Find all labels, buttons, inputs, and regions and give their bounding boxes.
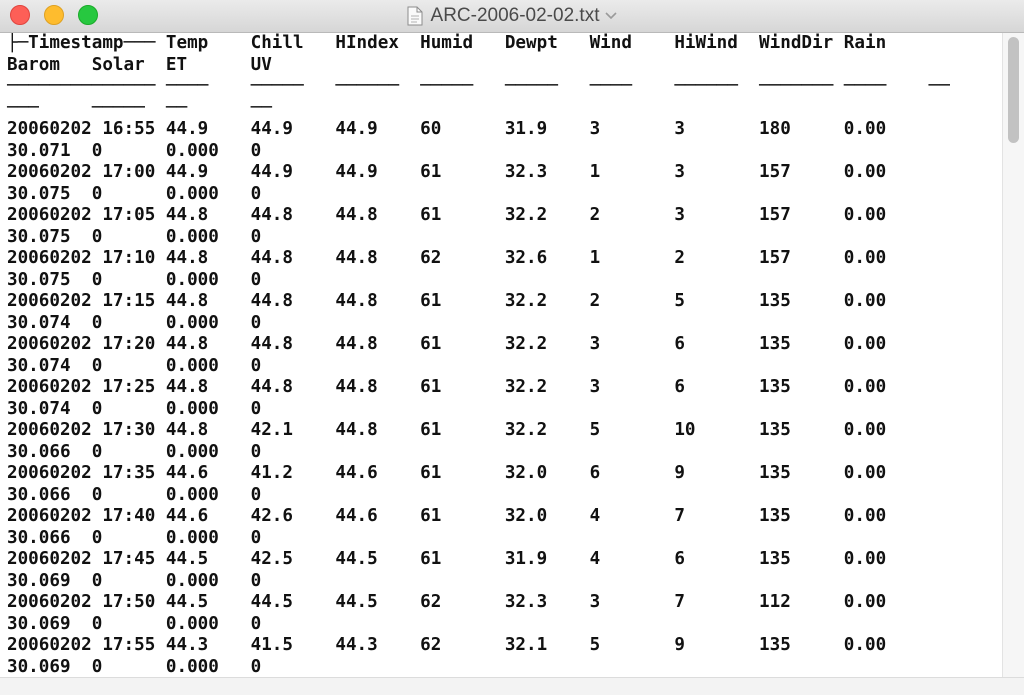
text-line: 20060202 17:30 44.8 42.1 44.8 61 32.2 5 … [7, 420, 887, 440]
chevron-down-icon[interactable] [605, 12, 618, 20]
text-line: ────────────── ──── ───── ────── ───── ─… [7, 76, 950, 96]
window-title-group[interactable]: ARC-2006-02-02.txt [0, 0, 1024, 32]
text-line: 20060202 17:40 44.6 42.6 44.6 61 32.0 4 … [7, 506, 887, 526]
text-line: 30.074 0 0.000 0 [7, 312, 262, 333]
text-line: 20060202 17:20 44.8 44.8 44.8 61 32.2 3 … [7, 334, 887, 354]
text-line: 30.075 0 0.000 0 [7, 183, 262, 204]
text-line: 20060202 17:10 44.8 44.8 44.8 62 32.6 1 … [7, 248, 887, 268]
text-line: ├─Timestamp─── Temp Chill HIndex Humid D… [7, 33, 887, 53]
text-line: 30.066 0 0.000 0 [7, 527, 262, 548]
text-line: 20060202 17:15 44.8 44.8 44.8 61 32.2 2 … [7, 291, 887, 311]
text-line: ─── ───── ── ── [7, 97, 272, 118]
text-line: 30.075 0 0.000 0 [7, 226, 262, 247]
text-line: 20060202 17:45 44.5 42.5 44.5 61 31.9 4 … [7, 549, 887, 569]
scrollbar-thumb[interactable] [1008, 37, 1019, 143]
text-line: 20060202 16:55 44.9 44.9 44.9 60 31.9 3 … [7, 119, 887, 139]
vertical-scrollbar[interactable] [1002, 33, 1024, 677]
text-line: 30.069 0 0.000 0 [7, 570, 262, 591]
text-line: 30.069 0 0.000 0 [7, 656, 262, 677]
window-title: ARC-2006-02-02.txt [430, 5, 600, 26]
text-line: 30.075 0 0.000 0 [7, 269, 262, 290]
text-line: 20060202 17:25 44.8 44.8 44.8 61 32.2 3 … [7, 377, 887, 397]
title-bar[interactable]: ARC-2006-02-02.txt [0, 0, 1024, 33]
text-line: 30.074 0 0.000 0 [7, 355, 262, 376]
document-text[interactable]: ├─Timestamp─── Temp Chill HIndex Humid D… [0, 33, 1002, 677]
text-line: 30.066 0 0.000 0 [7, 484, 262, 505]
text-line: 30.071 0 0.000 0 [7, 140, 262, 161]
text-content-area[interactable]: ├─Timestamp─── Temp Chill HIndex Humid D… [0, 33, 1002, 677]
text-line: 30.074 0 0.000 0 [7, 398, 262, 419]
text-line: 30.069 0 0.000 0 [7, 613, 262, 634]
text-line: Barom Solar ET UV [7, 54, 272, 75]
text-line: 20060202 17:05 44.8 44.8 44.8 61 32.2 2 … [7, 205, 887, 225]
text-line: 20060202 17:35 44.6 41.2 44.6 61 32.0 6 … [7, 463, 887, 483]
text-editor-window: ARC-2006-02-02.txt ├─Timestamp─── Temp C… [0, 0, 1024, 695]
text-line: 20060202 17:50 44.5 44.5 44.5 62 32.3 3 … [7, 592, 887, 612]
text-line: 20060202 17:55 44.3 41.5 44.3 62 32.1 5 … [7, 635, 887, 655]
text-line: 30.066 0 0.000 0 [7, 441, 262, 462]
text-line: 20060202 17:00 44.9 44.9 44.9 61 32.3 1 … [7, 162, 887, 182]
window-bottom-edge [0, 677, 1024, 695]
document-icon [407, 6, 423, 26]
